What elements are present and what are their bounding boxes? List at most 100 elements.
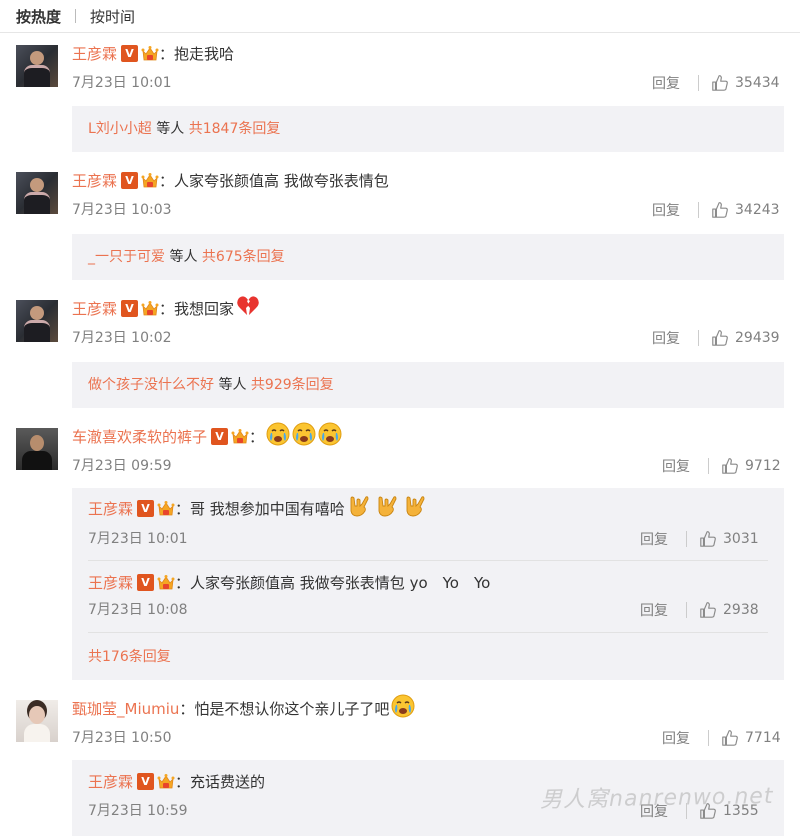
rock-hand-icon [403,494,429,522]
avatar[interactable] [16,45,58,87]
reply-button[interactable]: 回复 [652,200,680,220]
comment-text: 怕是不想认你这个亲儿子了吧 [194,699,390,718]
username-link[interactable]: 甄珈莹_Miumiu [72,698,179,719]
comment-time: 7月23日 10:03 [72,202,172,218]
verified-v-icon: V [137,573,155,591]
colon: ： [159,299,175,318]
crown-icon [157,500,175,517]
watermark: 男人窝nanrenwo.net [539,783,774,814]
thumbs-up-icon [699,530,717,548]
comment-actions: 回复 7714 [662,728,781,748]
username-link[interactable]: 王彦霖 [88,771,133,792]
tabs-divider [0,32,800,33]
reply-time: 7月23日 10:01 [88,531,188,547]
like-count: 2938 [723,602,759,618]
crying-face-icon [391,694,415,722]
comment-actions: 回复 35434 [652,73,780,93]
reply-time: 7月23日 10:08 [88,602,188,618]
comment-text: 抱走我哈 [174,44,235,63]
colon: ： [175,499,191,518]
comment-time: 7月23日 10:02 [72,330,172,346]
reply-count-link[interactable]: 共1847条回复 [189,121,281,137]
colon: ： [249,427,265,446]
reply-divider [88,560,768,561]
reply-button[interactable]: 回复 [640,529,668,549]
avatar[interactable] [16,428,58,470]
verified-v-icon: V [137,772,155,790]
tab-by-time[interactable]: 按时间 [90,6,135,27]
avatar[interactable] [16,700,58,742]
reply-divider [88,632,768,633]
reply-count-link[interactable]: 共176条回复 [88,649,171,665]
reply-count-link[interactable]: 共929条回复 [251,377,334,393]
crown-icon [231,428,249,445]
reply-button[interactable]: 回复 [640,600,668,620]
reply-text: 哥 我想参加中国有嘻哈 [190,499,345,518]
crown-icon [141,172,159,189]
colon: ： [159,44,175,63]
others-text: 等人 [218,377,247,393]
like-count: 29439 [735,330,780,346]
thumbs-up-icon [711,329,729,347]
reply-user-link[interactable]: L刘小小超 [88,121,152,137]
reply-button[interactable]: 回复 [652,328,680,348]
reply-user-link[interactable]: _一只于可爱 [88,249,165,265]
action-separator [698,202,699,218]
username-link[interactable]: 王彦霖 [72,43,117,64]
more-replies-line: 做个孩子没什么不好 等人 共929条回复 [88,375,334,395]
verified-v-icon: V [121,299,139,317]
others-text: 等人 [156,121,185,137]
username-link[interactable]: 车澈喜欢柔软的裤子 [72,426,207,447]
username-link[interactable]: 王彦霖 [88,572,133,593]
reply-button[interactable]: 回复 [662,728,690,748]
username-link[interactable]: 王彦霖 [88,498,133,519]
comment-4-line: 车澈喜欢柔软的裤子 V ： [72,426,342,446]
crown-icon [141,300,159,317]
reply-line: 王彦霖 V ： 充话费送的 [88,771,265,791]
reply-text: 充话费送的 [190,772,266,791]
comment-time: 7月23日 09:59 [72,458,172,474]
like-count: 7714 [745,730,781,746]
colon: ： [175,772,191,791]
like-button[interactable]: 3031 [699,530,759,548]
like-button[interactable]: 9712 [721,457,781,475]
verified-v-icon: V [211,427,229,445]
thumbs-up-icon [711,201,729,219]
reply-time: 7月23日 10:59 [88,803,188,819]
thumbs-up-icon [699,601,717,619]
like-count: 35434 [735,75,780,91]
colon: ： [159,171,175,190]
broken-heart-icon [236,295,260,321]
reply-button[interactable]: 回复 [662,456,690,476]
like-button[interactable]: 34243 [711,201,780,219]
colon: ： [175,573,191,592]
reply-count-link[interactable]: 共675条回复 [202,249,285,265]
like-button[interactable]: 35434 [711,74,780,92]
like-count: 34243 [735,202,780,218]
reply-actions: 回复 2938 [640,600,759,620]
like-button[interactable]: 7714 [721,729,781,747]
reply-line: 王彦霖 V ： 人家夸张颜值高 我做夸张表情包 yo Yo Yo [88,572,490,592]
more-replies-line: L刘小小超 等人 共1847条回复 [88,119,280,139]
like-button[interactable]: 29439 [711,329,780,347]
reply-user-link[interactable]: 做个孩子没什么不好 [88,377,214,393]
rock-hand-icon [347,494,373,522]
comment-text: 人家夸张颜值高 我做夸张表情包 [174,171,389,190]
comment-2-line: 王彦霖 V ： 人家夸张颜值高 我做夸张表情包 [72,170,389,190]
others-text: 等人 [169,249,198,265]
reply-button[interactable]: 回复 [652,73,680,93]
username-link[interactable]: 王彦霖 [72,170,117,191]
avatar[interactable] [16,300,58,342]
comment-time: 7月23日 10:50 [72,730,172,746]
avatar[interactable] [16,172,58,214]
like-button[interactable]: 2938 [699,601,759,619]
comment-3-line: 王彦霖 V ： 我想回家 [72,298,260,318]
tab-by-hot[interactable]: 按热度 [16,6,61,27]
reply-actions: 回复 3031 [640,529,759,549]
crying-face-icon [292,422,316,450]
comment-actions: 回复 9712 [662,456,781,476]
username-link[interactable]: 王彦霖 [72,298,117,319]
comment-5-line: 甄珈莹_Miumiu ： 怕是不想认你这个亲儿子了吧 [72,698,415,718]
action-separator [708,458,709,474]
like-count: 9712 [745,458,781,474]
